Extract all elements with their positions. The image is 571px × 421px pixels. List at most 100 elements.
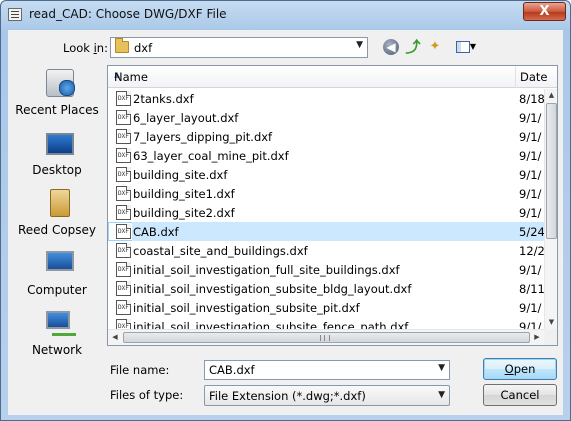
file-name-cell: 63_layer_coal_mine_pit.dxf [133, 149, 289, 163]
views-icon [455, 41, 470, 53]
dxf-file-icon: DXF [116, 262, 131, 277]
dxf-file-icon: DXF [116, 205, 131, 220]
app-icon [8, 8, 22, 21]
column-header-date-label: Date [520, 70, 548, 84]
file-row[interactable]: DXF initial_soil_investigation_full_site_… [108, 260, 544, 279]
file-date-cell: 8/11 [519, 282, 544, 296]
place-label: Desktop [32, 163, 82, 177]
horizontal-scroll-thumb[interactable] [123, 332, 530, 343]
files-of-type-select[interactable]: File Extension (*.dwg;*.dxf) ▼ [204, 385, 450, 406]
place-user-folder[interactable]: Reed Copsey [13, 185, 101, 243]
file-list-header: ▲ Name Date [108, 66, 557, 88]
column-header-name-label: Name [114, 70, 148, 84]
file-row[interactable]: DXF 6_layer_layout.dxf 9/1/ [108, 108, 544, 127]
open-button-label: pen [513, 362, 536, 376]
file-name-cell: building_site2.dxf [133, 206, 235, 220]
file-row[interactable]: DXF building_site2.dxf 9/1/ [108, 203, 544, 222]
dialog-client: Look in: dxf ▼ ◀ ⤴ ✦ ▼ Recent Places Des… [8, 30, 563, 415]
file-date-cell: 9/1/ [519, 263, 542, 277]
file-row[interactable]: DXF CAB.dxf 5/24 [108, 222, 544, 241]
file-row[interactable]: DXF building_site.dxf 9/1/ [108, 165, 544, 184]
file-name-input[interactable] [205, 361, 435, 379]
file-date-cell: 9/1/ [519, 149, 542, 163]
file-name-cell: initial_soil_investigation_subsite_fence… [133, 320, 409, 329]
vertical-scroll-thumb[interactable] [546, 103, 557, 239]
cancel-button[interactable]: Cancel [483, 384, 557, 406]
dxf-file-icon: DXF [116, 91, 131, 106]
files-of-type-value: File Extension (*.dwg;*.dxf) [209, 389, 366, 403]
vertical-scrollbar[interactable]: ▲ ▼ [544, 89, 557, 329]
file-date-cell: 9/1/ [519, 301, 542, 315]
file-name-cell: initial_soil_investigation_full_site_bui… [133, 263, 400, 277]
file-row[interactable]: DXF building_site1.dxf 9/1/ [108, 184, 544, 203]
open-button[interactable]: Open [483, 358, 557, 380]
chevron-down-icon: ▼ [438, 390, 445, 400]
dxf-file-icon: DXF [116, 300, 131, 315]
user-folder-icon [50, 189, 70, 217]
scroll-down-icon[interactable]: ▼ [545, 316, 557, 329]
place-label: Network [31, 343, 83, 357]
scroll-up-icon[interactable]: ▲ [545, 89, 557, 102]
file-date-cell: 9/1/ [519, 206, 542, 220]
back-button[interactable]: ◀ [380, 37, 402, 57]
views-menu-button[interactable]: ▼ [452, 37, 480, 57]
file-name-combo[interactable]: ▼ [204, 360, 450, 380]
up-folder-button[interactable]: ⤴ [402, 37, 424, 57]
file-row[interactable]: DXF coastal_site_and_buildings.dxf 12/2 [108, 241, 544, 260]
place-desktop[interactable]: Desktop [13, 125, 101, 183]
chevron-down-icon: ▼ [356, 40, 363, 50]
place-recent-places[interactable]: Recent Places [13, 65, 101, 123]
file-name-cell: 6_layer_layout.dxf [133, 111, 239, 125]
file-name-label: File name: [110, 363, 170, 377]
dxf-file-icon: DXF [116, 129, 131, 144]
new-folder-button[interactable]: ✦ [424, 37, 446, 57]
scroll-corner [544, 329, 557, 345]
horizontal-scrollbar[interactable]: ◀ ▶ [108, 329, 544, 345]
look-in-label: Look in: [63, 41, 108, 55]
file-row[interactable]: DXF 7_layers_dipping_pit.dxf 9/1/ [108, 127, 544, 146]
file-name-cell: 2tanks.dxf [133, 92, 194, 106]
file-date-cell: 9/1/ [519, 111, 542, 125]
file-row[interactable]: DXF initial_soil_investigation_subsite_pi… [108, 298, 544, 317]
chevron-down-icon: ▼ [469, 42, 477, 51]
open-button-accel: O [504, 362, 514, 376]
title-bar[interactable]: read_CAD: Choose DWG/DXF File X [1, 1, 570, 29]
close-button[interactable]: X [523, 2, 566, 21]
file-row[interactable]: DXF 2tanks.dxf 8/18 [108, 89, 544, 108]
files-of-type-label: Files of type: [110, 388, 184, 402]
dxf-file-icon: DXF [116, 186, 131, 201]
dxf-file-icon: DXF [116, 224, 131, 239]
place-network[interactable]: Network [13, 305, 101, 363]
new-folder-icon: ✦ [429, 39, 441, 54]
file-date-cell: 12/2 [519, 244, 544, 258]
file-date-cell: 5/24 [518, 222, 544, 241]
dxf-file-icon: DXF [116, 243, 131, 258]
window-title: read_CAD: Choose DWG/DXF File [29, 7, 227, 21]
file-name-cell: initial_soil_investigation_subsite_bldg_… [133, 282, 412, 296]
folder-icon [115, 38, 129, 53]
file-name-cell: 7_layers_dipping_pit.dxf [133, 130, 273, 144]
place-label: Computer [27, 283, 87, 297]
file-date-cell: 9/1/ [519, 168, 542, 182]
scroll-left-icon[interactable]: ◀ [108, 330, 122, 345]
file-row[interactable]: DXF initial_soil_investigation_subsite_bl… [108, 279, 544, 298]
column-header-date[interactable]: Date [517, 66, 551, 88]
file-row[interactable]: DXF 63_layer_coal_mine_pit.dxf 9/1/ [108, 146, 544, 165]
recent-places-icon [46, 69, 75, 97]
scroll-right-icon[interactable]: ▶ [530, 330, 544, 345]
file-name-cell: CAB.dxf [132, 222, 518, 241]
file-row[interactable]: DXF initial_soil_investigation_subsite_fe… [108, 317, 544, 329]
chevron-down-icon[interactable]: ▼ [438, 363, 445, 373]
desktop-icon [46, 133, 74, 155]
file-name-cell: coastal_site_and_buildings.dxf [133, 244, 308, 258]
column-header-name[interactable]: ▲ Name [108, 66, 516, 88]
file-name-cell: building_site.dxf [133, 168, 228, 182]
file-list[interactable]: ▲ Name Date DXF 2tanks.dxf 8/18 DXF 6_layer_… [107, 65, 558, 346]
network-icon [46, 311, 76, 336]
look-in-label-post: n: [96, 41, 108, 55]
place-computer[interactable]: Computer [13, 245, 101, 303]
look-in-dropdown[interactable]: dxf ▼ [110, 37, 368, 58]
place-label: Recent Places [15, 103, 99, 117]
computer-icon [46, 251, 74, 271]
places-bar: Recent Places Desktop Reed Copsey Comput… [13, 65, 99, 365]
